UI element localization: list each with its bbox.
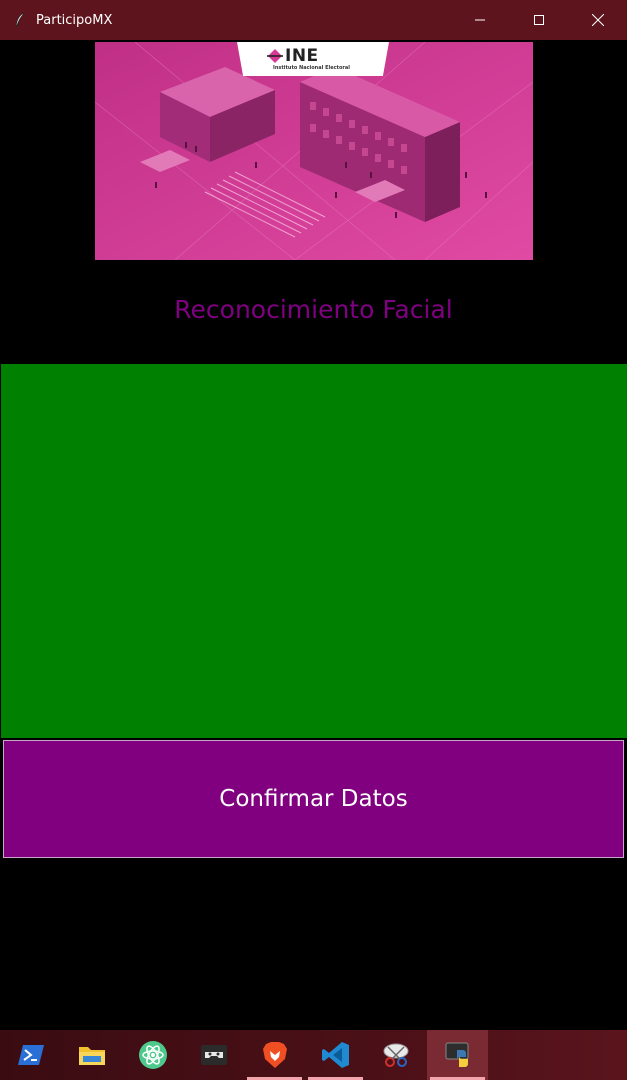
vscode-icon (321, 1042, 349, 1068)
minimize-button[interactable] (450, 0, 509, 40)
close-icon (591, 14, 604, 26)
taskbar (0, 1030, 627, 1080)
maximize-button[interactable] (509, 0, 568, 40)
minimize-icon (474, 19, 485, 21)
window-title: ParticipoMX (36, 12, 113, 28)
logo-text: INE (285, 46, 319, 66)
confirm-button-label: Confirmar Datos (219, 786, 408, 812)
ine-logo: INE Instituto Nacional Electoral (237, 42, 389, 76)
taskbar-item-brave[interactable] (244, 1030, 305, 1080)
ine-logo-mark-icon (267, 49, 283, 63)
maximize-icon (533, 15, 544, 25)
file-explorer-icon (78, 1047, 105, 1065)
taskbar-item-atom[interactable] (122, 1030, 183, 1080)
taskbar-item-snipping-tool[interactable] (366, 1030, 427, 1080)
taskbar-item-file-explorer[interactable] (61, 1030, 122, 1080)
window-controls (450, 0, 627, 40)
taskbar-item-game[interactable] (183, 1030, 244, 1080)
confirm-data-button[interactable]: Confirmar Datos (3, 740, 624, 858)
snipping-tool-icon (383, 1043, 408, 1067)
page-title: Reconocimiento Facial (174, 295, 453, 324)
python-icon (445, 1042, 468, 1067)
atom-icon (138, 1041, 167, 1069)
feather-icon (12, 12, 28, 28)
game-controller-icon (200, 1045, 227, 1065)
main-content: INE Instituto Nacional Electoral Reconoc… (1, 40, 627, 1030)
logo-subtext: Instituto Nacional Electoral (273, 65, 350, 71)
title-bar[interactable]: ParticipoMX (0, 0, 627, 40)
ine-banner-image: INE Instituto Nacional Electoral (95, 42, 533, 260)
taskbar-item-python[interactable] (427, 1030, 488, 1080)
powershell-icon (17, 1045, 44, 1065)
close-button[interactable] (568, 0, 627, 40)
camera-preview-area (1, 364, 627, 738)
brave-browser-icon (262, 1042, 287, 1068)
taskbar-item-powershell[interactable] (0, 1030, 61, 1080)
taskbar-item-vscode[interactable] (305, 1030, 366, 1080)
app-window: ParticipoMX INE Instituto Nacional Elect… (0, 0, 627, 1030)
